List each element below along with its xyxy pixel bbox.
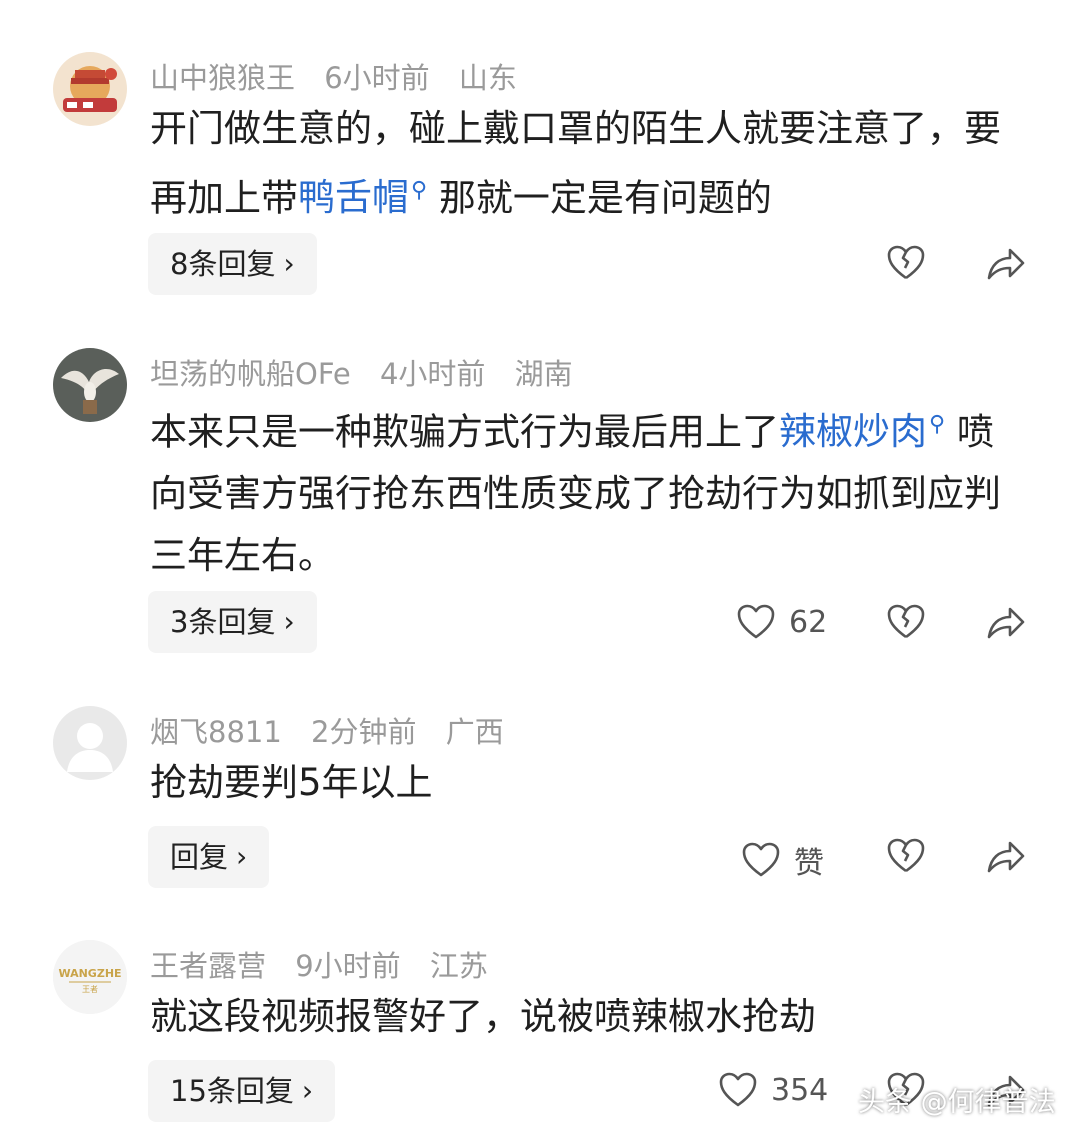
comment-text: 本来只是一种欺骗方式行为最后用上了辣椒炒肉⚲ 喷向受害方强行抢东西性质变成了抢劫… (150, 410, 1001, 578)
search-icon: ⚲ (411, 178, 428, 203)
region: 山东 (458, 61, 517, 95)
like-label: 赞 (794, 846, 824, 881)
search-link[interactable]: 鸭舌帽⚲ (298, 176, 427, 219)
avatar[interactable] (53, 348, 127, 422)
reply-button[interactable]: 8条回复 › (148, 233, 317, 295)
avatar[interactable] (53, 52, 127, 126)
reply-button[interactable]: 3条回复 › (148, 591, 317, 653)
watermark: 头条 @何律普法 (858, 1087, 1056, 1118)
share-button[interactable] (986, 838, 1026, 878)
like-count: 354 (771, 1072, 829, 1108)
comment-meta: 山中狼狼王 6小时前 山东 (150, 55, 537, 97)
share-arrow-icon (987, 248, 1025, 280)
chevron-right-icon: › (236, 840, 248, 873)
comment-meta: 王者露营 9小时前 江苏 (150, 943, 508, 985)
comment-text: 抢劫要判5年以上 (150, 761, 433, 804)
search-link[interactable]: 辣椒炒肉⚲ (779, 410, 945, 453)
broken-heart-icon (887, 245, 925, 280)
chevron-right-icon: › (283, 247, 295, 280)
dislike-button[interactable] (887, 838, 925, 878)
comment-meta: 烟飞8811 2分钟前 广西 (150, 709, 524, 751)
heart-icon (742, 842, 780, 877)
username[interactable]: 坦荡的帆船OFe (150, 357, 351, 391)
like-button[interactable]: 赞 (742, 838, 824, 882)
like-button[interactable]: 62 (737, 604, 827, 640)
reply-button[interactable]: 15条回复 › (148, 1060, 336, 1122)
heart-icon (737, 604, 775, 639)
share-button[interactable] (986, 604, 1026, 644)
heart-icon (719, 1072, 757, 1107)
chevron-right-icon: › (301, 1074, 314, 1107)
dislike-button[interactable] (887, 245, 925, 285)
comment-meta: 坦荡的帆船OFe 4小时前 湖南 (150, 351, 593, 393)
comment-text: 就这段视频报警好了，说被喷辣椒水抢劫 (150, 995, 816, 1038)
username[interactable]: 山中狼狼王 (150, 61, 295, 95)
timestamp: 2分钟前 (311, 715, 417, 749)
region: 湖南 (514, 357, 573, 391)
like-button[interactable]: 354 (719, 1072, 828, 1108)
comment-text: 开门做生意的，碰上戴口罩的陌生人就要注意了，要再加上带鸭舌帽⚲ 那就一定是有问题… (150, 107, 1001, 220)
avatar-logo-subtext: 王者 (82, 985, 98, 994)
timestamp: 6小时前 (324, 61, 430, 95)
broken-heart-icon (887, 838, 925, 873)
broken-heart-icon (887, 604, 925, 639)
timestamp: 9小时前 (295, 949, 401, 983)
reply-button[interactable]: 回复 › (148, 826, 270, 888)
share-arrow-icon (987, 841, 1025, 873)
like-count: 62 (789, 604, 828, 640)
avatar-logo-text: WANGZHE (58, 967, 121, 980)
chevron-right-icon: › (283, 605, 295, 638)
username[interactable]: 烟飞8811 (150, 715, 282, 749)
avatar[interactable] (53, 706, 127, 780)
region: 江苏 (429, 949, 488, 983)
share-button[interactable] (986, 245, 1026, 285)
share-arrow-icon (987, 607, 1025, 639)
search-icon: ⚲ (929, 412, 946, 437)
username[interactable]: 王者露营 (150, 949, 266, 983)
avatar[interactable]: WANGZHE 王者 (53, 940, 127, 1014)
region: 广西 (445, 715, 504, 749)
timestamp: 4小时前 (379, 357, 486, 391)
dislike-button[interactable] (887, 604, 925, 644)
